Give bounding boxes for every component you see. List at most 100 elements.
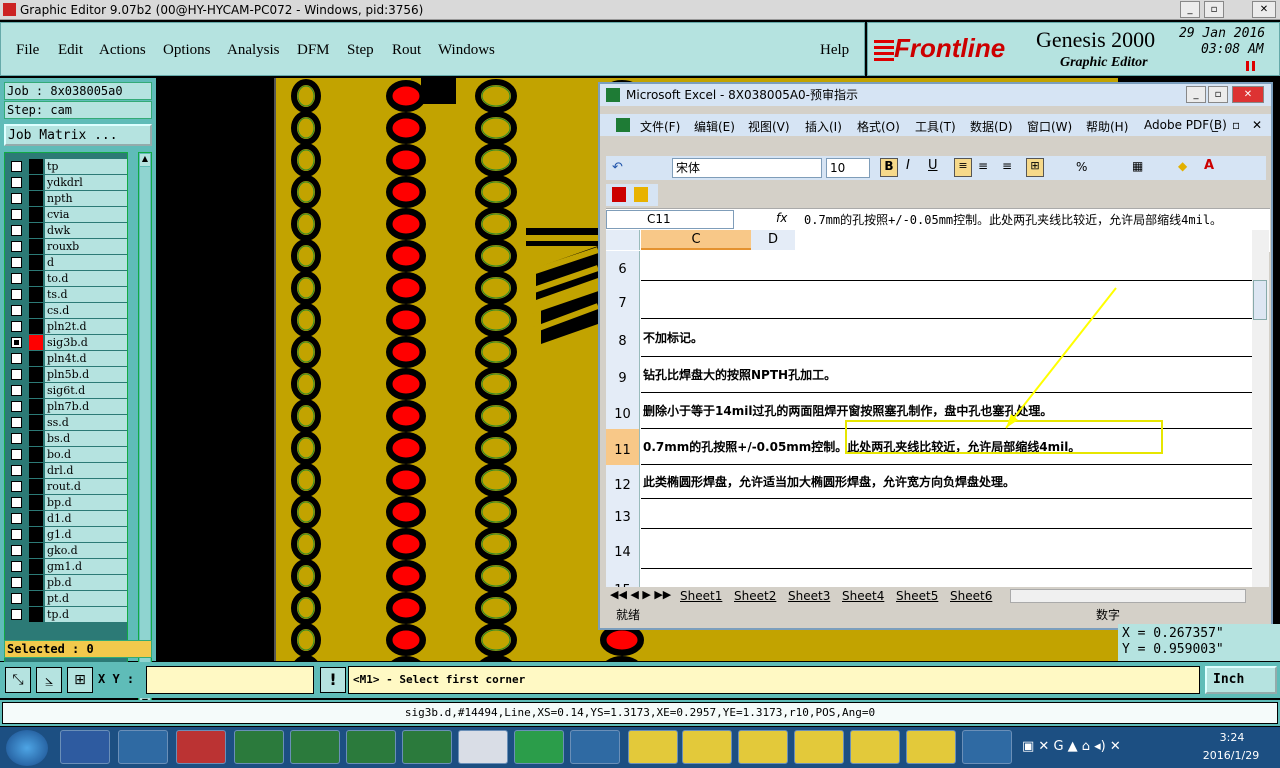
measure-icon[interactable]: ⦥	[36, 667, 62, 693]
layer-color-swatch[interactable]	[29, 207, 43, 222]
layer-color-swatch[interactable]	[29, 479, 43, 494]
layer-checkbox[interactable]	[11, 593, 22, 604]
xy-input[interactable]	[146, 666, 314, 694]
layer-row[interactable]: bo.d	[7, 447, 127, 462]
taskbar-x-window-icon-3[interactable]	[738, 730, 788, 764]
layer-name[interactable]: pln5b.d	[45, 367, 127, 382]
vertical-scroll-thumb[interactable]	[1253, 280, 1267, 320]
layer-row[interactable]: ts.d	[7, 287, 127, 302]
layer-color-swatch[interactable]	[29, 303, 43, 318]
layer-color-swatch[interactable]	[29, 335, 43, 350]
layer-name[interactable]: gm1.d	[45, 559, 127, 574]
menu-help[interactable]: Help	[820, 42, 849, 59]
layer-row[interactable]: pln4t.d	[7, 351, 127, 366]
taskbar-excel-icon-1[interactable]	[234, 730, 284, 764]
layer-color-swatch[interactable]	[29, 575, 43, 590]
taskbar-frontline-icon[interactable]	[514, 730, 564, 764]
layer-row[interactable]: drl.d	[7, 463, 127, 478]
excel-menu-insert[interactable]: 插入(I)	[805, 118, 842, 135]
name-box[interactable]: C11	[606, 210, 734, 229]
start-button[interactable]	[6, 730, 48, 766]
menu-rout[interactable]: Rout	[392, 42, 421, 59]
merge-cells-button[interactable]: ⊞	[1026, 158, 1044, 177]
workbook-close-icon[interactable]: ✕	[1252, 118, 1262, 132]
layer-row[interactable]: bs.d	[7, 431, 127, 446]
taskbar-excel-icon-4[interactable]	[402, 730, 452, 764]
menu-edit[interactable]: Edit	[58, 42, 83, 59]
layer-row[interactable]: to.d	[7, 271, 127, 286]
layer-row[interactable]: sig6t.d	[7, 383, 127, 398]
layer-row[interactable]: pln7b.d	[7, 399, 127, 414]
formula-content[interactable]: 0.7mm的孔按照+/-0.05mm控制。此处两孔夹线比较近，允许局部缩线4mi…	[804, 210, 1264, 230]
layer-name[interactable]: pt.d	[45, 591, 127, 606]
layer-color-swatch[interactable]	[29, 383, 43, 398]
excel-close-button[interactable]: ✕	[1232, 86, 1264, 103]
layer-checkbox[interactable]	[11, 465, 22, 476]
tray-icons[interactable]: ▣ ✕ G ▲ ⌂ ◂) ✕	[1022, 739, 1121, 754]
layer-color-swatch[interactable]	[29, 223, 43, 238]
minimize-button[interactable]: _	[1180, 1, 1200, 18]
layer-row[interactable]: dwk	[7, 223, 127, 238]
layer-row[interactable]: gm1.d	[7, 559, 127, 574]
layer-color-swatch[interactable]	[29, 511, 43, 526]
layer-checkbox[interactable]	[11, 241, 22, 252]
layer-checkbox[interactable]	[11, 225, 22, 236]
layer-name[interactable]: tp.d	[45, 607, 127, 622]
taskbar-document-icon[interactable]	[458, 730, 508, 764]
underline-button[interactable]: U	[928, 158, 938, 173]
sheet-tab-6[interactable]: Sheet6	[950, 589, 992, 603]
layer-checkbox[interactable]	[11, 305, 22, 316]
layer-name[interactable]: d	[45, 255, 127, 270]
worksheet-grid[interactable]: C D 6 7 8 不加标记。 9 钻孔比焊盘大的按照NPTH孔加工。 10 删除小于等于14…	[606, 230, 1252, 588]
alert-icon[interactable]: !	[320, 667, 346, 693]
layer-color-swatch[interactable]	[29, 367, 43, 382]
layer-checkbox[interactable]	[11, 209, 22, 220]
layer-name[interactable]: gko.d	[45, 543, 127, 558]
font-name-select[interactable]: 宋体	[672, 158, 822, 178]
scroll-thumb[interactable]	[140, 167, 150, 687]
excel-window[interactable]: Microsoft Excel - 8X038005A0-预审指示 _ ▫ ✕ …	[598, 82, 1273, 630]
layer-checkbox[interactable]	[11, 321, 22, 332]
layer-row[interactable]: tp.d	[7, 607, 127, 622]
layer-name[interactable]: bs.d	[45, 431, 127, 446]
undo-icon[interactable]: ↶	[612, 160, 623, 175]
italic-button[interactable]: I	[906, 158, 910, 173]
excel-menu-view[interactable]: 视图(V)	[748, 118, 790, 135]
layer-color-swatch[interactable]	[29, 431, 43, 446]
layer-color-swatch[interactable]	[29, 447, 43, 462]
layer-name[interactable]: ts.d	[45, 287, 127, 302]
menu-analysis[interactable]: Analysis	[227, 42, 280, 59]
layer-color-swatch[interactable]	[29, 271, 43, 286]
layer-checkbox[interactable]	[11, 417, 22, 428]
taskbar-excel-icon-3[interactable]	[346, 730, 396, 764]
layer-checkbox[interactable]	[11, 609, 22, 620]
menu-dfm[interactable]: DFM	[297, 42, 330, 59]
layer-name[interactable]: npth	[45, 191, 127, 206]
layer-name[interactable]: pln7b.d	[45, 399, 127, 414]
zoom-area-icon[interactable]: ⤡	[5, 667, 31, 693]
borders-button[interactable]: ▦	[1132, 159, 1143, 173]
taskbar-eye-icon[interactable]	[570, 730, 620, 764]
layer-row[interactable]: bp.d	[7, 495, 127, 510]
layer-row[interactable]: sig3b.d	[7, 335, 127, 350]
layer-checkbox[interactable]	[11, 561, 22, 572]
layer-name[interactable]: to.d	[45, 271, 127, 286]
excel-vertical-scrollbar[interactable]	[1252, 230, 1269, 588]
sheet-tab-3[interactable]: Sheet3	[788, 589, 830, 603]
layer-name[interactable]: pln4t.d	[45, 351, 127, 366]
snap-grid-icon[interactable]: ⊞	[67, 667, 93, 693]
excel-menu-help[interactable]: 帮助(H)	[1086, 118, 1128, 135]
layer-name[interactable]: dwk	[45, 223, 127, 238]
layer-checkbox[interactable]	[11, 497, 22, 508]
excel-menu-edit[interactable]: 编辑(E)	[694, 118, 735, 135]
excel-menu-file[interactable]: 文件(F)	[640, 118, 680, 135]
horizontal-scrollbar[interactable]	[1010, 589, 1246, 603]
layer-name[interactable]: rout.d	[45, 479, 127, 494]
menu-options[interactable]: Options	[163, 42, 211, 59]
units-select[interactable]: Inch	[1205, 666, 1277, 694]
fx-icon[interactable]: fx	[776, 211, 787, 225]
percent-button[interactable]: %	[1076, 160, 1087, 174]
layer-name[interactable]: g1.d	[45, 527, 127, 542]
sheet-nav-icons[interactable]: ◀◀ ◀ ▶ ▶▶	[610, 588, 671, 601]
layer-name[interactable]: rouxb	[45, 239, 127, 254]
